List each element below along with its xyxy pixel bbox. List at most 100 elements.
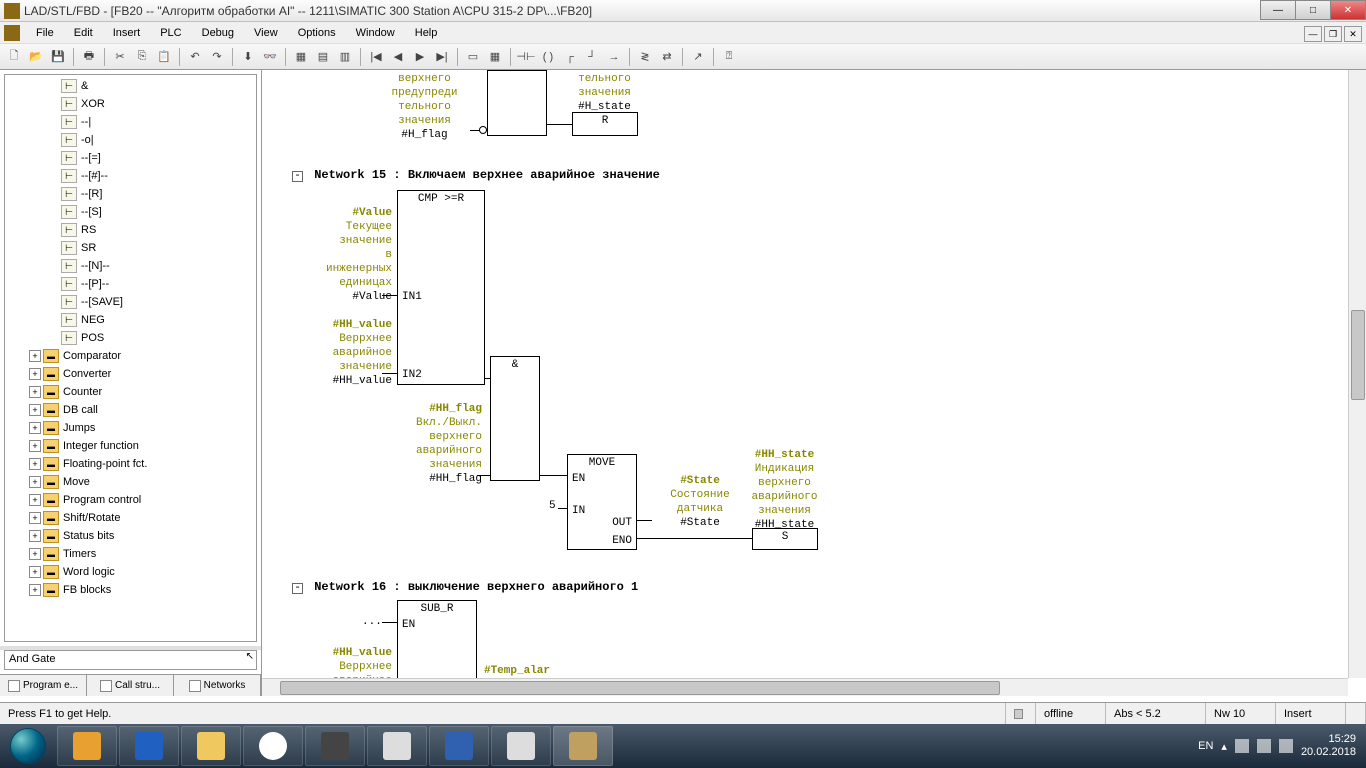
- document-icon: [4, 25, 20, 41]
- expand-icon[interactable]: +: [29, 566, 41, 578]
- scrollbar-thumb[interactable]: [1351, 310, 1365, 400]
- taskbar-app[interactable]: [491, 726, 551, 766]
- save-icon[interactable]: 💾: [48, 47, 68, 67]
- collapse-icon[interactable]: -: [292, 171, 303, 182]
- volume-icon[interactable]: [1279, 739, 1293, 753]
- expand-icon[interactable]: +: [29, 530, 41, 542]
- network-tray-icon[interactable]: [1257, 739, 1271, 753]
- taskbar-app[interactable]: [429, 726, 489, 766]
- menu-insert[interactable]: Insert: [103, 25, 151, 41]
- close-button[interactable]: ✕: [1330, 0, 1366, 20]
- expand-icon[interactable]: +: [29, 512, 41, 524]
- redo-icon[interactable]: ↷: [207, 47, 227, 67]
- print-icon[interactable]: 🖶: [79, 47, 99, 67]
- mdi-close-button[interactable]: ✕: [1344, 26, 1362, 42]
- cut-icon[interactable]: ✂: [110, 47, 130, 67]
- fbd-cmp-block[interactable]: CMP >=R IN1 IN2: [397, 190, 485, 385]
- menu-window[interactable]: Window: [346, 25, 405, 41]
- menu-debug[interactable]: Debug: [192, 25, 244, 41]
- tab-call-structure[interactable]: Call stru...: [87, 675, 174, 696]
- language-indicator[interactable]: EN: [1198, 740, 1213, 752]
- fbd-sub-block[interactable]: SUB_R EN: [397, 600, 477, 680]
- catalog-icon[interactable]: ▦: [291, 47, 311, 67]
- expand-icon[interactable]: +: [29, 458, 41, 470]
- expand-icon[interactable]: +: [29, 476, 41, 488]
- expand-icon[interactable]: +: [29, 368, 41, 380]
- menu-file[interactable]: File: [26, 25, 64, 41]
- contact-icon[interactable]: ⊣⊢: [516, 47, 536, 67]
- fbd-editor[interactable]: верхнего предупреди тельного значения #H…: [262, 70, 1366, 696]
- expand-icon[interactable]: +: [29, 440, 41, 452]
- nav-last-icon[interactable]: ▶|: [432, 47, 452, 67]
- undo-icon[interactable]: ↶: [185, 47, 205, 67]
- monitor-icon[interactable]: 👓: [260, 47, 280, 67]
- expand-icon[interactable]: +: [29, 548, 41, 560]
- expand-icon[interactable]: +: [29, 404, 41, 416]
- coil-icon[interactable]: ( ): [538, 47, 558, 67]
- menu-plc[interactable]: PLC: [150, 25, 191, 41]
- instruction-tree[interactable]: ⊢& ⊢XOR ⊢--| ⊢-o| ⊢--[=] ⊢--[#]-- ⊢--[R]…: [4, 74, 257, 642]
- fbd-r-block[interactable]: R: [572, 112, 638, 136]
- network-header[interactable]: - Network 16 : выключение верхнего авари…: [292, 580, 638, 594]
- horizontal-scrollbar[interactable]: [262, 678, 1348, 696]
- expand-icon[interactable]: +: [29, 584, 41, 596]
- tray-chevron-icon[interactable]: ▴: [1221, 740, 1227, 753]
- maximize-button[interactable]: □: [1295, 0, 1331, 20]
- nav-first-icon[interactable]: |◀: [366, 47, 386, 67]
- paste-icon[interactable]: 📋: [154, 47, 174, 67]
- mdi-minimize-button[interactable]: —: [1304, 26, 1322, 42]
- compare-icon[interactable]: ≷: [635, 47, 655, 67]
- menu-options[interactable]: Options: [288, 25, 346, 41]
- nav-prev-icon[interactable]: ◀: [388, 47, 408, 67]
- nav-next-icon[interactable]: ▶: [410, 47, 430, 67]
- convert-icon[interactable]: ⇄: [657, 47, 677, 67]
- tree-item: ⊢-o|: [7, 131, 254, 149]
- tab-networks[interactable]: Networks: [174, 675, 261, 696]
- detail-icon[interactable]: ▤: [313, 47, 333, 67]
- fbd-move-block[interactable]: MOVE EN IN OUT ENO: [567, 454, 637, 550]
- flag-icon[interactable]: [1235, 739, 1249, 753]
- menu-edit[interactable]: Edit: [64, 25, 103, 41]
- expand-icon[interactable]: +: [29, 386, 41, 398]
- menu-help[interactable]: Help: [405, 25, 448, 41]
- fbd-s-block[interactable]: S: [752, 528, 818, 550]
- pin-icon[interactable]: ↖: [246, 651, 254, 662]
- vertical-scrollbar[interactable]: [1348, 70, 1366, 678]
- connector-icon[interactable]: →: [604, 47, 624, 67]
- fbd-and-block[interactable]: &: [490, 356, 540, 481]
- minimize-button[interactable]: —: [1260, 0, 1296, 20]
- taskbar-app[interactable]: [367, 726, 427, 766]
- open-icon[interactable]: 📂: [26, 47, 46, 67]
- status-help: Press F1 to get Help.: [0, 703, 1006, 724]
- taskbar-app[interactable]: [119, 726, 179, 766]
- goto-icon[interactable]: ↗: [688, 47, 708, 67]
- branch-open-icon[interactable]: ┌: [560, 47, 580, 67]
- network-icon[interactable]: ▦: [485, 47, 505, 67]
- network-header[interactable]: - Network 15 : Включаем верхнее аварийно…: [292, 168, 660, 182]
- collapse-icon[interactable]: -: [292, 583, 303, 594]
- menu-view[interactable]: View: [244, 25, 288, 41]
- new-icon[interactable]: 🗋: [4, 47, 24, 67]
- tab-program-elements[interactable]: Program e...: [0, 675, 87, 696]
- download-icon[interactable]: ⬇: [238, 47, 258, 67]
- expand-icon[interactable]: +: [29, 422, 41, 434]
- taskbar-app[interactable]: [57, 726, 117, 766]
- clock[interactable]: 15:29 20.02.2018: [1301, 733, 1356, 759]
- block-icon[interactable]: ▭: [463, 47, 483, 67]
- scrollbar-thumb[interactable]: [280, 681, 1000, 695]
- expand-icon[interactable]: +: [29, 350, 41, 362]
- taskbar-app[interactable]: [243, 726, 303, 766]
- taskbar-app-active[interactable]: [553, 726, 613, 766]
- help-pointer-icon[interactable]: ⍰: [719, 47, 739, 67]
- status-offline: offline: [1036, 703, 1106, 724]
- overview-icon[interactable]: ▥: [335, 47, 355, 67]
- copy-icon[interactable]: ⎘: [132, 47, 152, 67]
- branch-close-icon[interactable]: ┘: [582, 47, 602, 67]
- taskbar-app[interactable]: [181, 726, 241, 766]
- taskbar-app[interactable]: [305, 726, 365, 766]
- status-abs: Abs < 5.2: [1106, 703, 1206, 724]
- fbd-block[interactable]: [487, 70, 547, 136]
- mdi-restore-button[interactable]: ❐: [1324, 26, 1342, 42]
- start-button[interactable]: [0, 724, 56, 768]
- expand-icon[interactable]: +: [29, 494, 41, 506]
